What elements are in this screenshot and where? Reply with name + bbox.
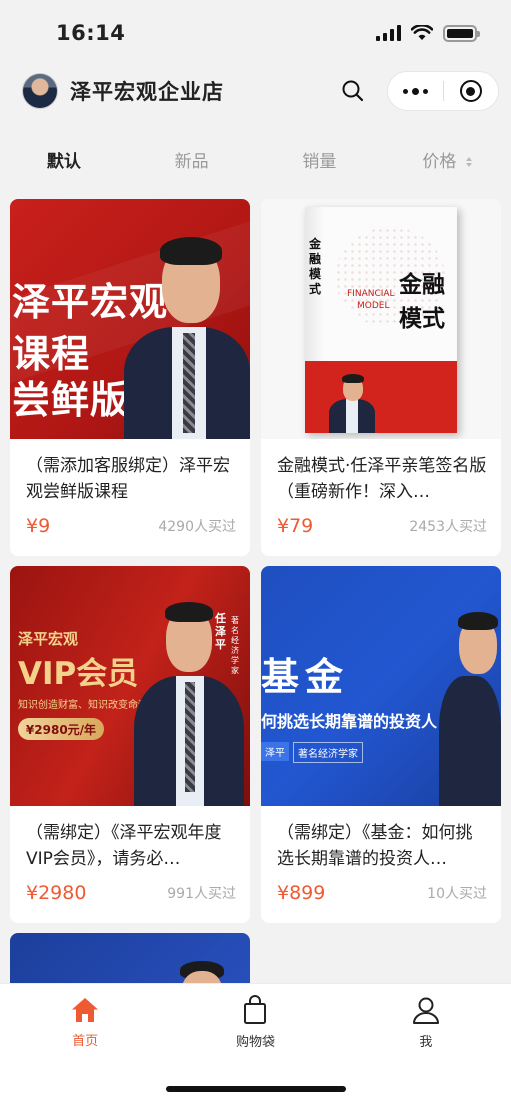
price-pill: ¥2980元/年 <box>18 718 104 740</box>
image-text: VIP会员 <box>18 656 139 692</box>
sold-count: 4290人买过 <box>158 519 236 535</box>
tab-me[interactable]: 我 <box>341 995 511 1050</box>
status-bar: 16:14 <box>0 0 511 66</box>
product-price: ¥899 <box>277 882 326 904</box>
mini-program-capsule <box>387 71 499 111</box>
image-text: 著名经济学家 <box>293 742 363 763</box>
wifi-icon <box>411 25 433 40</box>
person-photo <box>439 606 501 806</box>
image-text: 模式 <box>399 306 445 332</box>
store-name: 泽平宏观企业店 <box>70 80 224 104</box>
sort-arrows-icon <box>465 156 472 167</box>
tab-sales[interactable]: 销量 <box>256 147 384 172</box>
target-circle-icon <box>459 80 482 102</box>
tab-price-label: 价格 <box>422 151 457 172</box>
product-image: 泽平宏观 课程 尝鲜版 <box>10 199 250 439</box>
image-text: FINANCIAL <box>347 289 395 299</box>
product-title: （需添加客服绑定）泽平宏观尝鲜版课程 <box>26 456 230 502</box>
person-photo <box>120 227 250 439</box>
cellular-signal-icon <box>376 25 401 41</box>
sort-tabs: 默认 新品 销量 价格 <box>0 138 511 180</box>
search-icon[interactable] <box>333 71 373 111</box>
tab-shopping-bag[interactable]: 购物袋 <box>170 994 340 1050</box>
product-card[interactable]: 泽平宏观 VIP会员 知识创造财富、知识改变命运 ¥2980元/年 任泽平 著名… <box>10 566 250 923</box>
battery-icon <box>443 24 480 42</box>
image-text: 著名经济学家 <box>231 616 239 675</box>
status-icons <box>376 24 480 42</box>
shopping-bag-icon <box>244 994 267 1024</box>
tab-home-label: 首页 <box>72 1033 99 1049</box>
home-icon <box>72 997 99 1022</box>
product-price: ¥2980 <box>26 882 87 904</box>
store-header: 泽平宏观企业店 <box>0 66 511 116</box>
product-price: ¥9 <box>26 515 51 537</box>
image-text: 何挑选长期靠谱的投资人 <box>261 712 438 731</box>
product-price: ¥79 <box>277 515 314 537</box>
more-dots-icon <box>402 87 428 95</box>
book-cover: 金融模式 FINANCIAL MODEL 金融 模式 <box>305 207 457 433</box>
sold-count: 2453人买过 <box>409 519 487 535</box>
tab-home[interactable]: 首页 <box>0 996 170 1049</box>
tab-new[interactable]: 新品 <box>128 147 256 172</box>
tab-new-label: 新品 <box>174 151 209 172</box>
sold-count: 991人买过 <box>167 886 236 902</box>
home-indicator[interactable] <box>165 1086 346 1092</box>
product-card[interactable]: 泽平宏观 课程 尝鲜版 （需添加客服绑定）泽平宏观尝鲜版课程 ¥9 4290人买… <box>10 199 250 556</box>
author-photo <box>327 369 377 433</box>
product-card[interactable]: 金融模式 FINANCIAL MODEL 金融 模式 金融模式·任泽平亲笔签名版… <box>261 199 501 556</box>
tab-sales-label: 销量 <box>302 151 337 172</box>
more-button[interactable] <box>388 72 443 110</box>
image-text: 尝鲜版 <box>12 378 130 422</box>
image-text: 任泽平 <box>215 612 226 651</box>
status-time: 16:14 <box>56 21 126 45</box>
product-image: 泽平宏观 VIP会员 知识创造财富、知识改变命运 ¥2980元/年 任泽平 著名… <box>10 566 250 806</box>
image-text: 金融模式 <box>309 237 322 296</box>
image-text: MODEL <box>357 301 390 311</box>
tab-default-label: 默认 <box>46 151 81 172</box>
image-text: 泽平宏观 <box>18 630 79 648</box>
image-text: 泽平 <box>261 742 289 761</box>
tab-me-label: 我 <box>419 1034 433 1050</box>
image-text: 基金 <box>261 655 350 699</box>
product-image: 金融模式 FINANCIAL MODEL 金融 模式 <box>261 199 501 439</box>
product-card[interactable]: 基金 何挑选长期靠谱的投资人 泽平 著名经济学家 （需绑定）《基金：如何挑选长期… <box>261 566 501 923</box>
tab-default[interactable]: 默认 <box>0 147 128 172</box>
image-text: 金融 <box>399 272 445 298</box>
tab-shopping-bag-label: 购物袋 <box>235 1034 275 1050</box>
user-icon <box>412 997 439 1024</box>
tab-price[interactable]: 价格 <box>383 147 511 172</box>
product-title: （需绑定）《泽平宏观年度VIP会员》，请务必… <box>26 823 222 869</box>
product-title: （需绑定）《基金：如何挑选长期靠谱的投资人… <box>277 823 473 869</box>
bottom-tab-bar: 首页 购物袋 我 <box>0 983 511 1106</box>
store-avatar[interactable] <box>22 73 58 109</box>
close-button[interactable] <box>444 72 499 110</box>
product-image: 基金 何挑选长期靠谱的投资人 泽平 著名经济学家 <box>261 566 501 806</box>
product-title: 金融模式·任泽平亲笔签名版（重磅新作！深入… <box>277 456 487 502</box>
sold-count: 10人买过 <box>427 886 487 902</box>
